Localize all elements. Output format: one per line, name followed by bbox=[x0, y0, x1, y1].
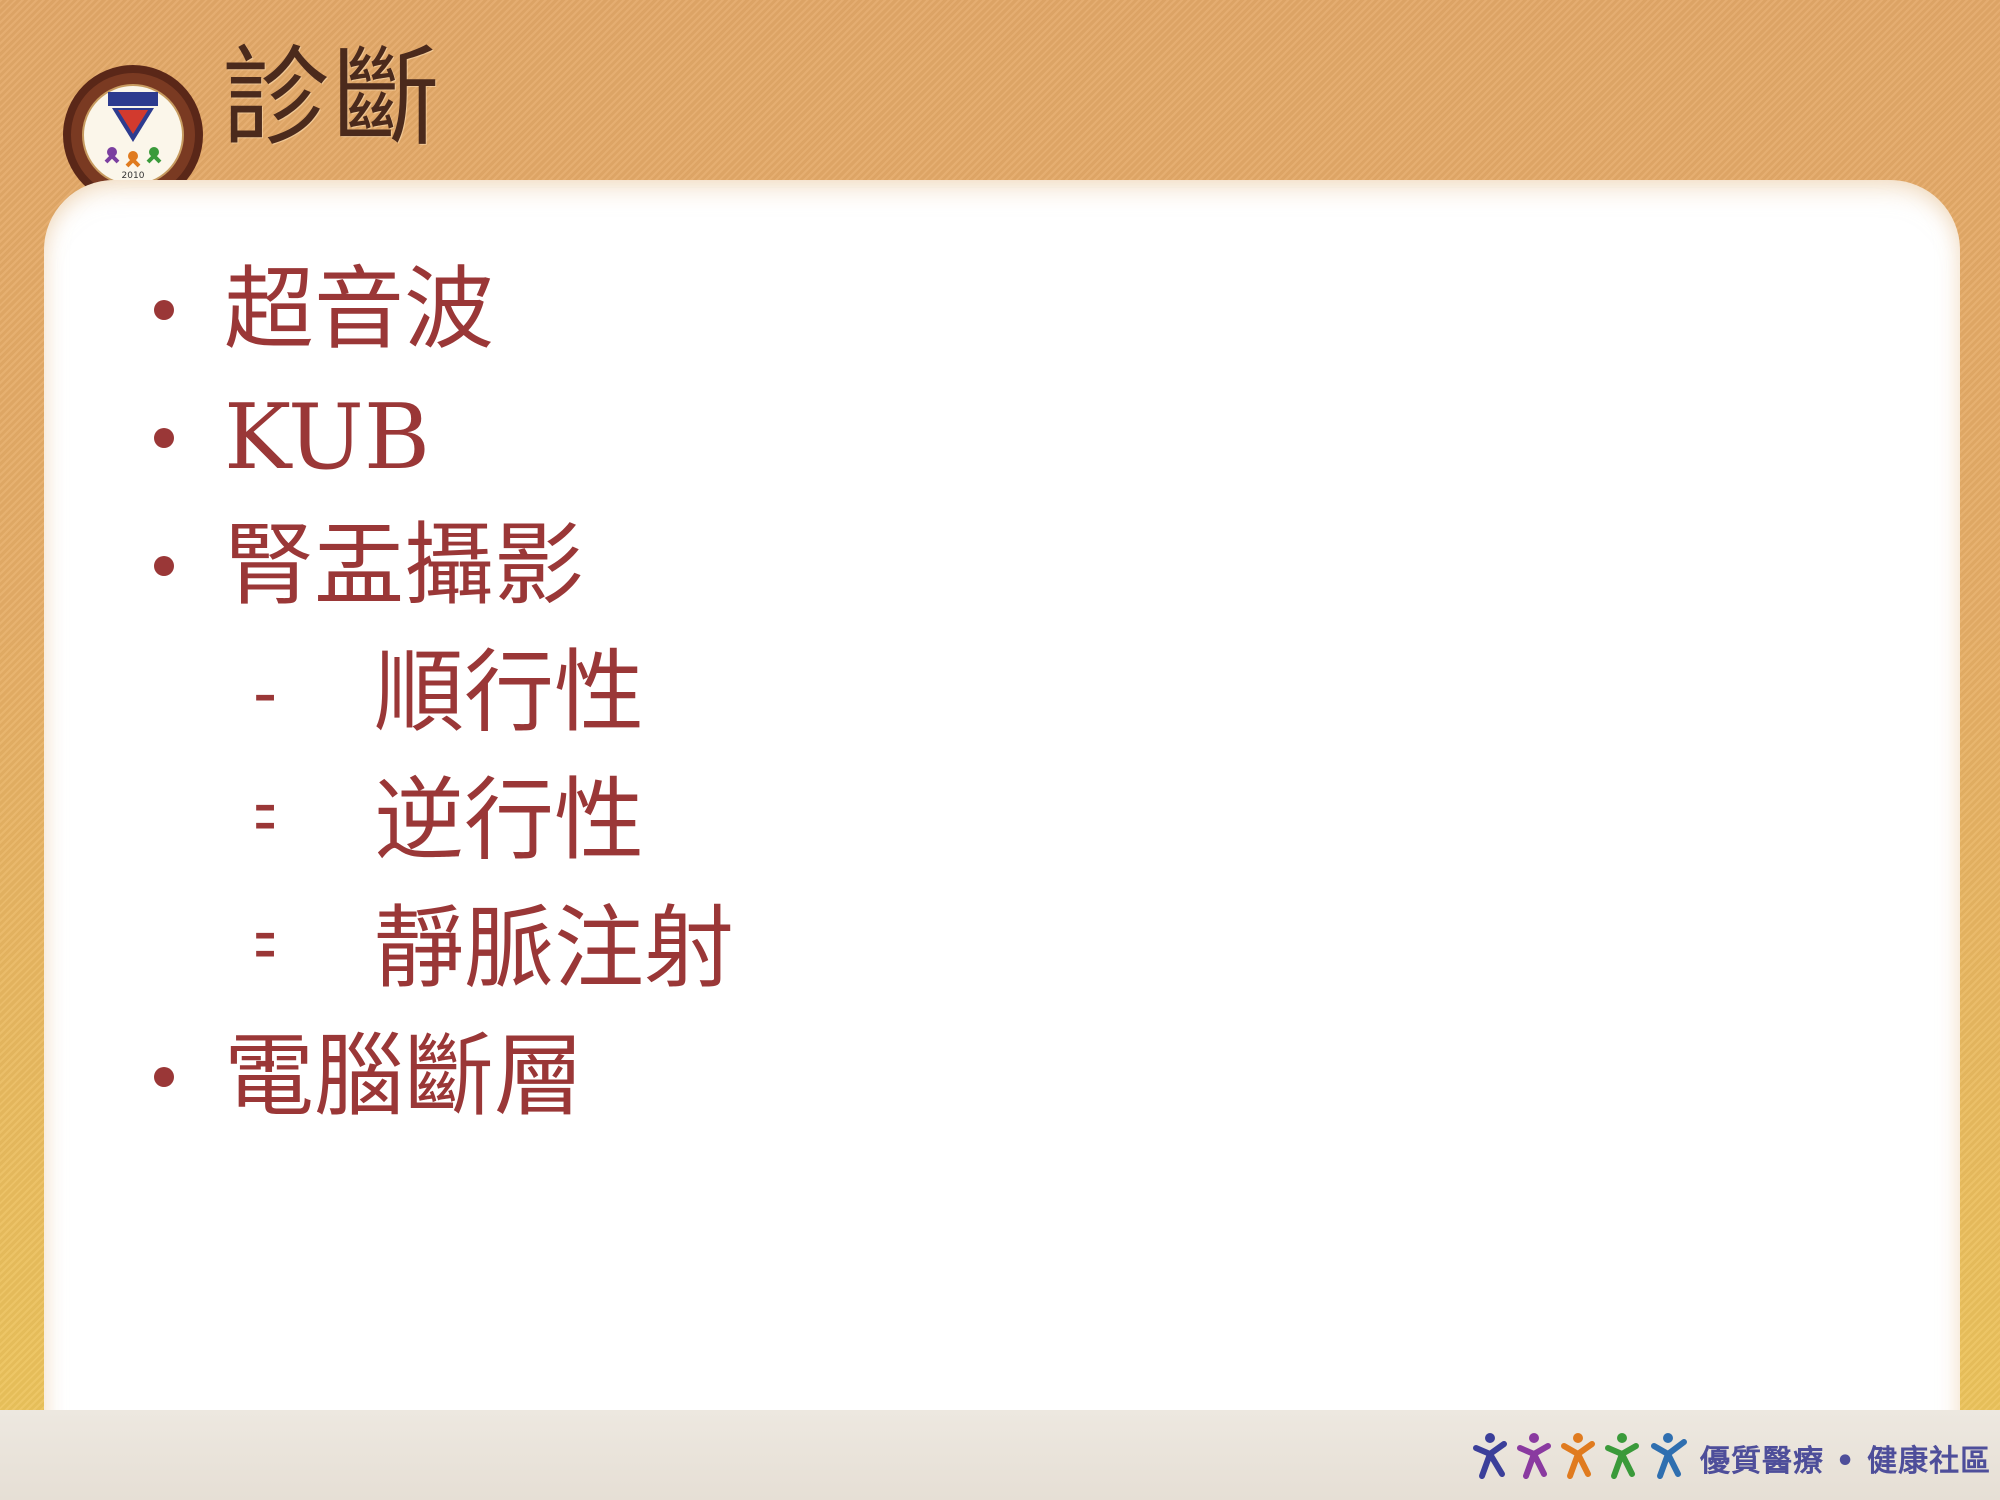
bullet-dot-icon bbox=[154, 1067, 174, 1087]
bullet-dot-icon bbox=[154, 428, 174, 448]
content-card: 超音波 KUB 腎盂攝影 -- 順行性 -- 逆行性 -- 靜脈注射 電腦斷層 bbox=[44, 180, 1960, 1420]
footer-slogan: 優質醫療 • 健康社區 bbox=[1700, 1444, 1992, 1479]
sub-item-text: 逆行性 bbox=[374, 768, 644, 873]
slide-title: 診斷 bbox=[222, 36, 443, 161]
bullet-dot-icon bbox=[154, 300, 174, 320]
sub-item-text: 順行性 bbox=[374, 640, 644, 745]
sub-item-text: 靜脈注射 bbox=[374, 896, 734, 1001]
bullet-text: 超音波 bbox=[224, 257, 494, 362]
bullet-text: KUB bbox=[224, 385, 431, 490]
slide: 2010 診斷 超音波 KUB 腎盂攝影 -- 順行性 -- 逆行性 -- 靜脈… bbox=[0, 0, 2000, 1500]
bullet-text: 腎盂攝影 bbox=[224, 513, 584, 618]
people-figures-icon bbox=[1473, 1433, 1687, 1479]
bullet-text: 電腦斷層 bbox=[224, 1024, 584, 1129]
bullet-dot-icon bbox=[154, 556, 174, 576]
